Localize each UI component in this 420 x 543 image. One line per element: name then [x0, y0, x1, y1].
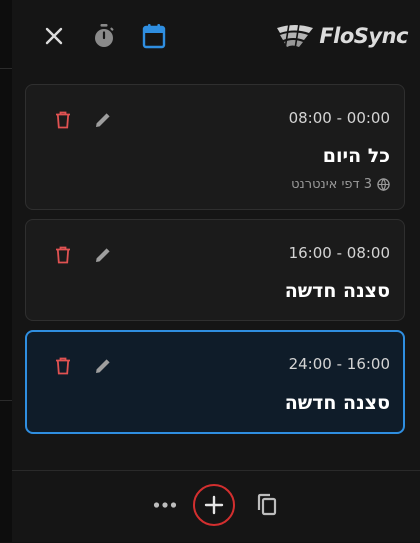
trash-icon	[56, 357, 70, 375]
panel-footer	[12, 470, 420, 543]
trash-icon	[56, 246, 70, 264]
timer-button[interactable]	[86, 18, 122, 54]
edit-scene-button[interactable]	[92, 355, 114, 377]
scene-time-range: 08:00 - 00:00	[288, 109, 390, 127]
scene-title: כל היום	[322, 145, 390, 167]
more-horizontal-icon	[153, 502, 177, 508]
scene-title: סצנה חדשה	[284, 392, 390, 414]
delete-scene-button[interactable]	[52, 355, 74, 377]
globe-icon	[377, 178, 390, 191]
close-button[interactable]	[36, 18, 72, 54]
flosync-logo-icon	[277, 23, 314, 50]
calendar-icon	[142, 24, 166, 49]
scene-actions	[52, 244, 114, 266]
close-icon	[45, 27, 63, 45]
scene-time-range: 16:00 - 08:00	[288, 244, 390, 262]
copy-icon	[257, 493, 277, 516]
edit-scene-button[interactable]	[92, 109, 114, 131]
delete-scene-button[interactable]	[52, 109, 74, 131]
scene-card-all-day[interactable]: 08:00 - 00:00 כל היום 3 דפי אינטרנט	[25, 84, 405, 210]
scene-card-new-2[interactable]: 16:00 - 08:00 סצנה חדשה	[25, 219, 405, 321]
scene-actions	[52, 355, 114, 377]
scene-title: סצנה חדשה	[284, 280, 390, 302]
pencil-icon	[96, 113, 110, 127]
scene-time-range: 24:00 - 16:00	[288, 355, 390, 373]
scene-card-new-3-selected[interactable]: 24:00 - 16:00 סצנה חדשה	[25, 330, 405, 434]
add-scene-button[interactable]	[196, 487, 232, 523]
scheduler-panel: FloSync 08:00 - 00:00 כל היום 3 דפי אינט…	[12, 0, 420, 542]
duplicate-scene-button[interactable]	[249, 487, 285, 523]
scene-meta: 3 דפי אינטרנט	[291, 177, 390, 192]
calendar-button[interactable]	[136, 18, 172, 54]
panel-header: FloSync	[12, 0, 420, 70]
edit-scene-button[interactable]	[92, 244, 114, 266]
add-icon	[204, 495, 224, 515]
more-options-button[interactable]	[147, 487, 183, 523]
pencil-icon	[96, 248, 110, 262]
scene-actions	[52, 109, 114, 131]
flosync-logo-text: FloSync	[319, 24, 408, 48]
scene-meta-text: 3 דפי אינטרנט	[291, 177, 372, 192]
flosync-logo: FloSync	[275, 18, 408, 54]
trash-icon	[56, 111, 70, 129]
delete-scene-button[interactable]	[52, 244, 74, 266]
timer-icon	[95, 24, 114, 47]
pencil-icon	[96, 359, 110, 373]
